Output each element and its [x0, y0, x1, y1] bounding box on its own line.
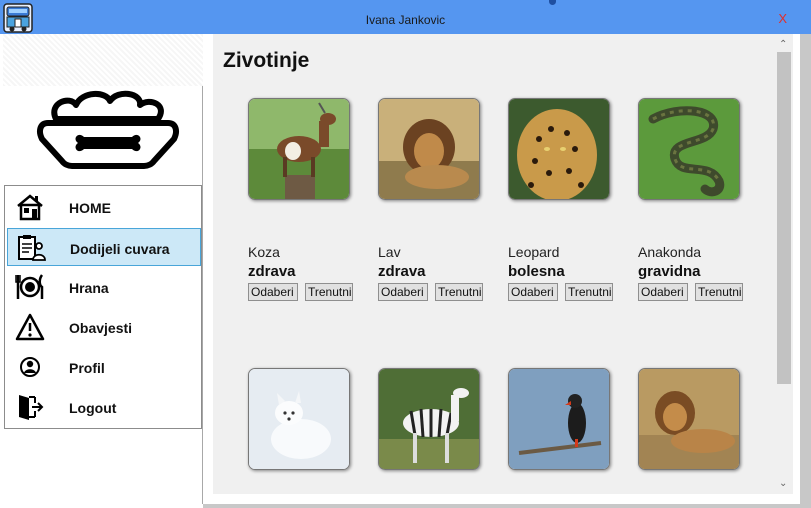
sidebar: HOME Dodijeli cuvara Hrana Obavjesti Pro… [3, 34, 203, 504]
select-button[interactable]: Odaberi [508, 283, 558, 301]
lion-photo[interactable] [378, 98, 480, 200]
scrollbar-thumb[interactable] [777, 52, 791, 384]
logo [3, 86, 203, 186]
goat-photo[interactable] [248, 98, 350, 200]
animal-name: Anakonda [638, 244, 702, 260]
window-border-right [800, 34, 811, 508]
current-button[interactable]: Trenutni [695, 283, 743, 301]
menu-item-profil[interactable]: Profil [7, 348, 201, 386]
scroll-up-icon[interactable]: ⌃ [779, 39, 787, 50]
logout-door-icon [15, 393, 45, 421]
animal-status: bolesna [508, 263, 565, 280]
zebra-photo[interactable] [378, 368, 480, 470]
menu-label-obavjesti: Obavjesti [69, 320, 133, 336]
menu-label-profil: Profil [69, 360, 105, 376]
lion-lying-photo[interactable] [638, 368, 740, 470]
menu-label-hrana: Hrana [69, 280, 109, 296]
animal-status: gravidna [638, 263, 701, 280]
plate-cutlery-icon [15, 273, 45, 301]
current-button[interactable]: Trenutni [305, 283, 353, 301]
menu-item-dodijeli-cuvara[interactable]: Dodijeli cuvara [7, 228, 201, 266]
menu-item-home[interactable]: HOME [7, 188, 201, 226]
animal-name: Koza [248, 244, 280, 260]
animals-panel: Zivotinje Koza zdrava Odaberi Trenutni L… [213, 34, 793, 494]
pet-food-bowl-bone-icon [37, 90, 179, 169]
top-indicator [549, 0, 556, 5]
user-icon [15, 353, 45, 381]
page-title: Zivotinje [223, 49, 310, 72]
anaconda-photo[interactable] [638, 98, 740, 200]
menu-item-obavjesti[interactable]: Obavjesti [7, 308, 201, 346]
sidebar-pattern [3, 34, 203, 86]
current-button[interactable]: Trenutni [565, 283, 613, 301]
menu-label-home: HOME [69, 200, 111, 216]
menu-label-logout: Logout [69, 400, 117, 416]
current-button[interactable]: Trenutni [435, 283, 483, 301]
nav-menu: HOME Dodijeli cuvara Hrana Obavjesti Pro… [4, 185, 202, 429]
window-title: Ivana Jankovic [365, 13, 446, 27]
animal-status: zdrava [248, 263, 296, 280]
close-button[interactable]: X [778, 11, 787, 26]
select-button[interactable]: Odaberi [248, 283, 298, 301]
clipboard-worker-icon [16, 234, 46, 262]
arctic-fox-photo[interactable] [248, 368, 350, 470]
select-button[interactable]: Odaberi [638, 283, 688, 301]
warning-icon [15, 313, 45, 341]
home-icon [15, 193, 45, 221]
vertical-scrollbar[interactable]: ⌃ ⌄ [775, 34, 793, 494]
menu-label-dodijeli-cuvara: Dodijeli cuvara [70, 241, 170, 257]
leopard-photo[interactable] [508, 98, 610, 200]
window-border-bottom [203, 504, 800, 508]
select-button[interactable]: Odaberi [378, 283, 428, 301]
title-bar: Ivana Jankovic X [0, 0, 811, 34]
menu-item-logout[interactable]: Logout [7, 388, 201, 426]
animal-name: Lav [378, 244, 401, 260]
animal-name: Leopard [508, 244, 560, 260]
animal-status: zdrava [378, 263, 426, 280]
menu-item-hrana[interactable]: Hrana [7, 268, 201, 306]
eagle-photo[interactable] [508, 368, 610, 470]
scroll-down-icon[interactable]: ⌄ [779, 478, 787, 489]
